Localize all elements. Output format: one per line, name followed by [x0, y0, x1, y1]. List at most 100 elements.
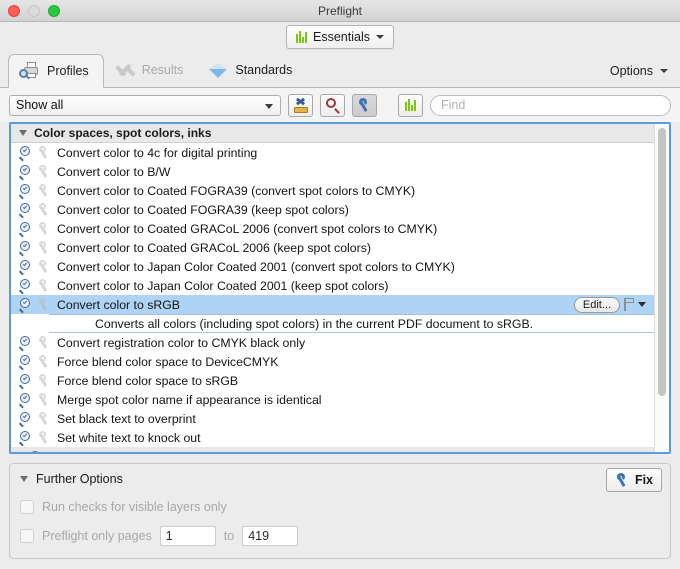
- wrench-icon: [37, 240, 51, 255]
- bar-chart-button[interactable]: [398, 93, 423, 117]
- list-item[interactable]: Convert registration color to CMYK black…: [11, 333, 654, 352]
- title-bar: Preflight: [0, 0, 680, 22]
- wrench-icon: [37, 335, 51, 350]
- list-item[interactable]: Force blend color space to DeviceCMYK: [11, 352, 654, 371]
- wrench-icon: [37, 164, 51, 179]
- list-item[interactable]: Convert color to Coated GRACoL 2006 (con…: [11, 219, 654, 238]
- scissors-button[interactable]: [288, 93, 313, 117]
- list-scrollbar[interactable]: [654, 124, 669, 452]
- list-item-selected[interactable]: Convert color to sRGB Edit...: [11, 295, 654, 314]
- row-icons: [19, 392, 57, 409]
- list-item[interactable]: Convert color to Coated GRACoL 2006 (kee…: [11, 238, 654, 257]
- scrollbar-thumb[interactable]: [658, 128, 666, 396]
- triangle-down-icon: [19, 130, 27, 136]
- row-icons: [19, 259, 57, 276]
- visible-layers-label: Run checks for visible layers only: [42, 500, 227, 514]
- magnifier-check-icon: [19, 392, 33, 409]
- magnifier-check-icon: [19, 240, 33, 257]
- page-to-input[interactable]: 419: [242, 526, 299, 546]
- list-item[interactable]: Merge spot color name if appearance is i…: [11, 390, 654, 409]
- page-range-checkbox[interactable]: [20, 529, 34, 543]
- chevron-down-icon: [265, 103, 273, 109]
- list-item[interactable]: Convert color to Japan Color Coated 2001…: [11, 276, 654, 295]
- visible-layers-option[interactable]: Run checks for visible layers only: [20, 500, 660, 514]
- wrench-icon: [615, 472, 630, 488]
- flag-icon[interactable]: [624, 298, 635, 311]
- list-item[interactable]: Convert color to B/W: [11, 162, 654, 181]
- list-item-label: Convert color to Coated FOGRA39 (convert…: [57, 183, 416, 198]
- tab-results[interactable]: Results: [104, 53, 198, 87]
- wrench-icon: [37, 297, 51, 312]
- list-item-label: Force blend color space to sRGB: [57, 373, 239, 388]
- fix-button-label: Fix: [634, 473, 653, 487]
- magnifier-check-icon: [19, 411, 33, 428]
- tab-bar: Profiles Results Standards Options: [0, 50, 680, 88]
- show-filter-value: Show all: [16, 98, 64, 112]
- options-menu-button[interactable]: Options: [610, 64, 668, 78]
- magnifier-check-icon: [19, 221, 33, 238]
- list-item[interactable]: Convert color to Japan Color Coated 2001…: [11, 257, 654, 276]
- wrench-icon: [37, 183, 51, 198]
- magnifier-button[interactable]: [320, 93, 345, 117]
- group-header-document[interactable]: Document: [11, 447, 654, 452]
- find-input[interactable]: Find: [430, 94, 671, 116]
- wrench-icon: [37, 354, 51, 369]
- preflight-window: Preflight Essentials Profiles Results St…: [0, 0, 680, 569]
- tab-profiles[interactable]: Profiles: [8, 54, 104, 88]
- list-item-label: Convert color to 4c for digital printing: [57, 145, 258, 160]
- filter-bar: Show all Find: [0, 88, 680, 122]
- list-item[interactable]: Convert color to 4c for digital printing: [11, 143, 654, 162]
- visible-layers-checkbox[interactable]: [20, 500, 34, 514]
- preset-toolbar: Essentials: [0, 22, 680, 50]
- list-item[interactable]: Convert color to Coated FOGRA39 (keep sp…: [11, 200, 654, 219]
- chevron-down-icon: [375, 35, 384, 39]
- list-item-label: Convert color to Coated GRACoL 2006 (con…: [57, 221, 438, 236]
- row-icons: [19, 240, 57, 257]
- further-options-header[interactable]: Further Options: [20, 470, 660, 488]
- list-item[interactable]: Convert color to Coated FOGRA39 (convert…: [11, 181, 654, 200]
- preset-dropdown-button[interactable]: Essentials: [286, 25, 394, 49]
- group-header-color-spaces[interactable]: Color spaces, spot colors, inks: [11, 124, 654, 143]
- page-range-to-label: to: [223, 529, 235, 543]
- chevron-down-icon: [660, 69, 668, 73]
- fix-button[interactable]: Fix: [605, 468, 662, 492]
- magnifier-check-icon: [19, 278, 33, 295]
- list-item-label: Convert color to B/W: [57, 164, 171, 179]
- magnifier-icon: [325, 98, 340, 114]
- magnifier-check-icon: [19, 373, 33, 390]
- diamond-icon: [207, 60, 229, 80]
- row-icons: [19, 411, 57, 428]
- show-filter-select[interactable]: Show all: [9, 94, 281, 116]
- window-title: Preflight: [317, 3, 363, 18]
- list-item-label: Convert color to Coated GRACoL 2006 (kee…: [57, 240, 371, 255]
- list-item-selected-label: Convert color to sRGB: [57, 297, 181, 312]
- page-from-input[interactable]: 1: [159, 526, 216, 546]
- profile-description: Converts all colors (including spot colo…: [49, 314, 654, 333]
- list-item[interactable]: Set white text to knock out: [11, 428, 654, 447]
- row-icons: [19, 297, 57, 314]
- triangle-down-icon: [20, 476, 28, 482]
- list-item[interactable]: Set black text to overprint: [11, 409, 654, 428]
- further-options-panel: Further Options Fix Run checks for visib…: [9, 463, 671, 559]
- wrench-icon: [37, 145, 51, 160]
- wrench-button[interactable]: [352, 93, 377, 117]
- chevron-down-icon[interactable]: [638, 302, 646, 307]
- magnifier-check-icon: [19, 145, 33, 162]
- edit-profile-button[interactable]: Edit...: [573, 296, 620, 313]
- further-options-title: Further Options: [36, 472, 123, 486]
- profiles-list: Color spaces, spot colors, inks Convert …: [9, 122, 671, 454]
- tab-profiles-label: Profiles: [47, 64, 89, 78]
- list-item[interactable]: Force blend color space to sRGB: [11, 371, 654, 390]
- scissors-icon: [293, 97, 309, 113]
- preset-label: Essentials: [313, 30, 370, 44]
- row-icons: [19, 183, 57, 200]
- tab-standards[interactable]: Standards: [197, 53, 306, 87]
- printer-magnifier-icon: [19, 61, 41, 81]
- magnifier-check-icon: [19, 430, 33, 447]
- row-icons: [19, 221, 57, 238]
- page-range-option[interactable]: Preflight only pages 1 to 419: [20, 526, 660, 546]
- magnifier-check-icon: [19, 297, 33, 314]
- list-item-label: Force blend color space to DeviceCMYK: [57, 354, 279, 369]
- list-item-label: Set black text to overprint: [57, 411, 196, 426]
- list-item-label: Merge spot color name if appearance is i…: [57, 392, 322, 407]
